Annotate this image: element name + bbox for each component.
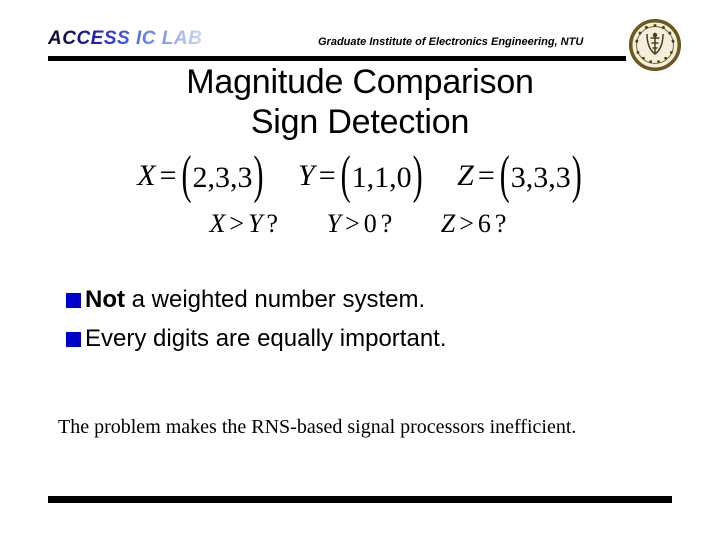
list-item: Every digits are equally important.	[66, 324, 666, 355]
equation-z-values: 3,3,3	[510, 161, 571, 195]
list-item-rest: Every digits are equally important.	[85, 324, 447, 352]
query-1-operator: >	[229, 209, 245, 239]
bullet-list: Not a weighted number system. Every digi…	[66, 285, 666, 362]
list-item-lead-word: Not	[85, 286, 125, 313]
query-x-gt-y: X > Y?	[210, 209, 283, 239]
equation-y-open-paren: (	[340, 146, 351, 205]
equation-x-close-paren: )	[253, 146, 264, 205]
equation-x-definition: X = (2,3,3)	[137, 146, 264, 204]
institute-affiliation-text: Graduate Institute of Electronics Engine…	[318, 36, 584, 48]
equation-y-values: 1,1,0	[351, 161, 412, 195]
header-divider-rule	[48, 56, 626, 61]
body-paragraph: The problem makes the RNS-based signal p…	[58, 416, 577, 438]
page-title: Magnitude Comparison Sign Detection	[0, 62, 720, 142]
equation-z-variable: Z	[457, 159, 474, 193]
query-3-question-mark: ?	[494, 209, 507, 239]
equation-z-close-paren: )	[571, 146, 582, 205]
equation-y-close-paren: )	[412, 146, 423, 205]
equation-x-open-paren: (	[181, 146, 192, 205]
query-1-question-mark: ?	[266, 209, 279, 239]
query-3-lhs: Z	[440, 209, 456, 239]
equation-x-variable: X	[137, 159, 156, 193]
equation-z-operator: =	[477, 159, 495, 193]
equation-z-definition: Z = (3,3,3)	[457, 146, 583, 204]
square-bullet-icon	[66, 331, 81, 347]
equation-y-definition: Y = (1,1,0)	[298, 146, 424, 204]
page-title-line-1: Magnitude Comparison	[186, 63, 534, 101]
query-y-gt-zero: Y >0?	[327, 209, 397, 239]
query-3-operator: >	[459, 209, 474, 239]
access-ic-lab-logo: ACCESS IC LAB	[48, 28, 203, 49]
query-3-rhs: 6	[477, 209, 491, 239]
math-row-definitions: X = (2,3,3) Y = (1,1,0) Z = (3,3,3)	[0, 146, 720, 204]
list-item-rest: a weighted number system.	[124, 286, 426, 313]
equation-z-open-paren: (	[499, 146, 510, 205]
query-1-rhs: Y	[248, 209, 263, 239]
equation-y-variable: Y	[298, 159, 315, 193]
page-title-line-2: Sign Detection	[250, 103, 470, 142]
list-item: Not a weighted number system.	[66, 285, 666, 316]
footer-divider-rule	[48, 496, 672, 503]
list-item-text: Not a weighted number system.	[85, 285, 666, 316]
query-1-lhs: X	[209, 209, 226, 239]
list-item-text: Every digits are equally important.	[85, 324, 666, 355]
query-2-question-mark: ?	[380, 209, 393, 239]
query-2-lhs: Y	[326, 209, 342, 239]
query-2-rhs: 0	[363, 209, 377, 239]
square-bullet-icon	[66, 293, 81, 308]
equation-y-operator: =	[318, 159, 336, 193]
math-equations-block: X = (2,3,3) Y = (1,1,0) Z = (3,3,3) X > Y? Y >0? …	[0, 146, 720, 239]
equation-x-values: 2,3,3	[192, 161, 253, 195]
math-row-queries: X > Y? Y >0? Z >6?	[0, 207, 720, 239]
query-2-operator: >	[345, 209, 360, 239]
query-z-gt-six: Z >6?	[441, 209, 511, 239]
equation-x-operator: =	[159, 159, 177, 193]
